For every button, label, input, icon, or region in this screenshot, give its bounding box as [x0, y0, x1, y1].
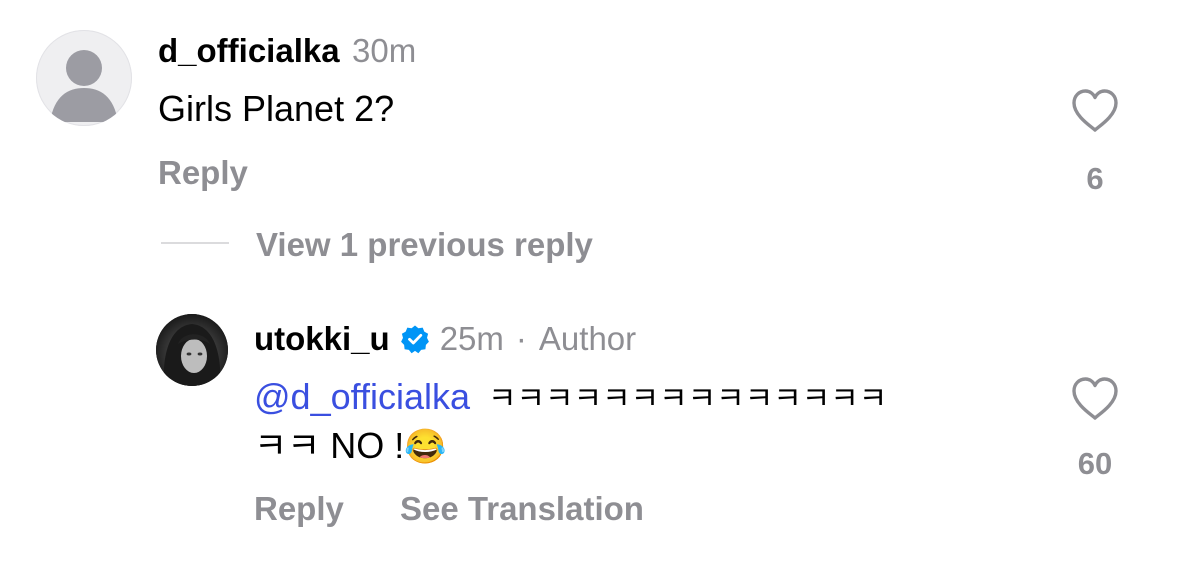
reply-text-line2: ㅋㅋ NO !	[254, 424, 405, 466]
author-tag: Author	[538, 320, 637, 357]
reply-button[interactable]: Reply	[254, 492, 344, 525]
comment-username[interactable]: d_officialka	[158, 32, 340, 69]
mention-link[interactable]: @d_officialka	[254, 376, 470, 417]
like-count: 6	[1086, 161, 1104, 196]
comment-timestamp: 30m	[352, 32, 417, 69]
separator-dot: ·	[515, 320, 527, 357]
laughing-emoji: 😂	[404, 427, 447, 466]
reply-text-line1: ㅋㅋㅋㅋㅋㅋㅋㅋㅋㅋㅋㅋㅋㅋ	[488, 381, 888, 416]
reply-timestamp: 25m	[439, 320, 504, 357]
reply-text: @d_officialka ㅋㅋㅋㅋㅋㅋㅋㅋㅋㅋㅋㅋㅋㅋ ㅋㅋ NO !😂	[254, 374, 1014, 470]
view-previous-replies-button[interactable]: View 1 previous reply	[256, 228, 593, 261]
like-button[interactable]	[1070, 376, 1120, 422]
profile-photo	[156, 314, 228, 386]
thread-divider	[161, 242, 229, 244]
avatar[interactable]	[156, 314, 228, 386]
heart-icon	[1072, 89, 1118, 132]
like-button[interactable]	[1070, 88, 1120, 134]
comment-text: Girls Planet 2?	[158, 88, 395, 129]
reply-button[interactable]: Reply	[158, 156, 248, 189]
comment-header: d_officialka 30m	[158, 34, 416, 67]
avatar[interactable]	[36, 30, 132, 126]
like-count: 60	[1077, 446, 1113, 481]
default-avatar-icon	[50, 50, 118, 122]
see-translation-button[interactable]: See Translation	[400, 492, 644, 525]
reply-username[interactable]: utokki_u	[254, 322, 390, 355]
reply-header: utokki_u 25m · Author	[254, 322, 636, 355]
verified-badge-icon	[400, 324, 430, 354]
heart-icon	[1072, 377, 1118, 420]
